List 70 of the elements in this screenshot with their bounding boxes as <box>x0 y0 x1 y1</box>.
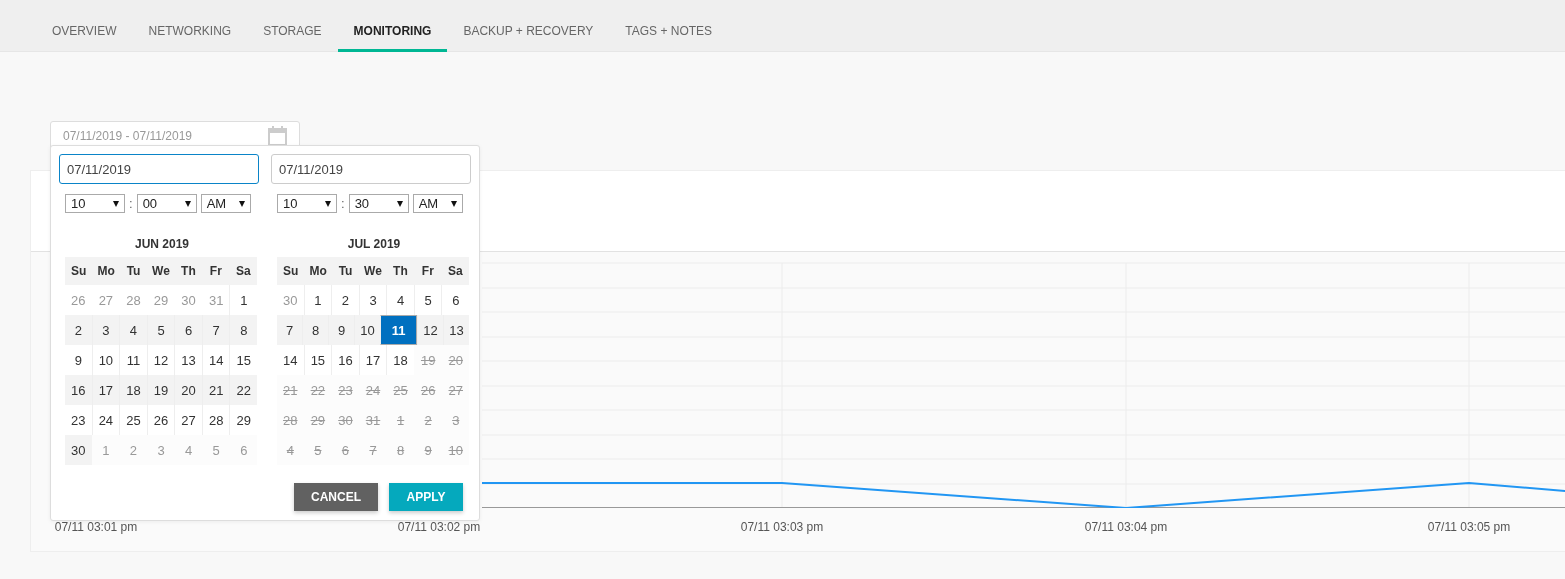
calendar-day[interactable]: 13 <box>443 315 469 345</box>
ampm-select[interactable]: AM <box>200 194 251 213</box>
date-input[interactable]: 07/11/2019 <box>271 154 471 184</box>
calendar-day[interactable]: 4 <box>119 315 147 345</box>
weekday-header: Mo <box>304 257 332 285</box>
calendar-day[interactable]: 21 <box>201 375 230 405</box>
calendar-day[interactable]: 7 <box>201 315 230 345</box>
calendar-day[interactable]: 23 <box>65 405 92 435</box>
caret-icon <box>113 200 119 207</box>
minute-select[interactable]: 00 <box>136 194 197 213</box>
caret-icon <box>238 200 245 207</box>
minute-select[interactable]: 30 <box>348 194 409 213</box>
tab[interactable]: NETWORKING <box>132 0 248 52</box>
hour-select[interactable]: 10 <box>277 194 337 213</box>
calendar-day[interactable]: 2 <box>65 315 92 345</box>
weekday-header: Su <box>277 257 305 285</box>
time-separator: : <box>341 196 345 211</box>
calendar-day[interactable]: 18 <box>119 375 147 405</box>
weekday-header: We <box>147 257 175 285</box>
tab[interactable]: STORAGE <box>247 0 338 52</box>
calendar-day[interactable]: 8 <box>302 315 328 345</box>
axis-label: 07/11 03:03 pm <box>740 520 824 534</box>
tab[interactable]: TAGS + NOTES <box>609 0 729 52</box>
weekday-header: Su <box>65 257 93 285</box>
weekday-header: Sa <box>229 257 257 285</box>
date-input[interactable]: 07/11/2019 <box>59 154 259 184</box>
weekday-header: Th <box>174 257 203 285</box>
calendar-day[interactable]: 14 <box>277 345 304 375</box>
caret-icon <box>325 200 331 207</box>
tab[interactable]: OVERVIEW <box>36 0 133 52</box>
weekday-header: Mo <box>92 257 120 285</box>
calendar-day[interactable]: 12 <box>417 315 443 345</box>
caret-icon <box>396 200 403 207</box>
calendar-day[interactable]: 7 <box>277 315 302 345</box>
weekday-header: Sa <box>441 257 469 285</box>
calendar-day[interactable]: 19 <box>146 375 175 405</box>
tab[interactable]: BACKUP + RECOVERY <box>447 0 610 52</box>
weekday-header: Th <box>386 257 415 285</box>
weekday-header: Fr <box>414 257 442 285</box>
month-title: JUN 2019 <box>133 237 190 251</box>
calendar-day[interactable]: 9 <box>65 345 92 375</box>
weekday-header: Tu <box>119 257 148 285</box>
hour-select[interactable]: 10 <box>65 194 125 213</box>
time-separator: : <box>129 196 133 211</box>
calendar-day[interactable]: 9 <box>328 315 354 345</box>
calendar-day[interactable]: 8 <box>229 315 258 345</box>
calendar-day[interactable]: 20 <box>174 375 202 405</box>
calendar-day[interactable]: 10 <box>354 315 380 345</box>
calendar-day[interactable]: 6 <box>174 315 202 345</box>
weekday-header: Tu <box>331 257 360 285</box>
calendar-day[interactable]: 22 <box>229 375 258 405</box>
axis-label: 07/11 03:05 pm <box>1427 520 1511 534</box>
calendar-day[interactable]: 5 <box>146 315 175 345</box>
cancel-button[interactable]: CANCEL <box>294 483 378 511</box>
axis-label: 07/11 03:02 pm <box>397 520 481 534</box>
calendar-day[interactable]: 16 <box>65 375 92 405</box>
calendar-day[interactable]: 11 <box>380 315 417 345</box>
calendar-day[interactable]: 30 <box>65 435 92 465</box>
ampm-select[interactable]: AM <box>412 194 463 213</box>
calendar-day[interactable]: 3 <box>91 315 120 345</box>
weekday-header: We <box>359 257 387 285</box>
calendar-day[interactable]: 17 <box>91 375 120 405</box>
axis-label: 07/11 03:04 pm <box>1084 520 1168 534</box>
month-title: JUL 2019 <box>346 237 402 251</box>
axis-label: 07/11 03:01 pm <box>54 520 138 534</box>
caret-icon <box>184 200 191 207</box>
calendar-icon <box>268 126 287 146</box>
caret-icon <box>450 200 457 207</box>
tab[interactable]: MONITORING <box>337 0 448 52</box>
weekday-header: Fr <box>202 257 230 285</box>
